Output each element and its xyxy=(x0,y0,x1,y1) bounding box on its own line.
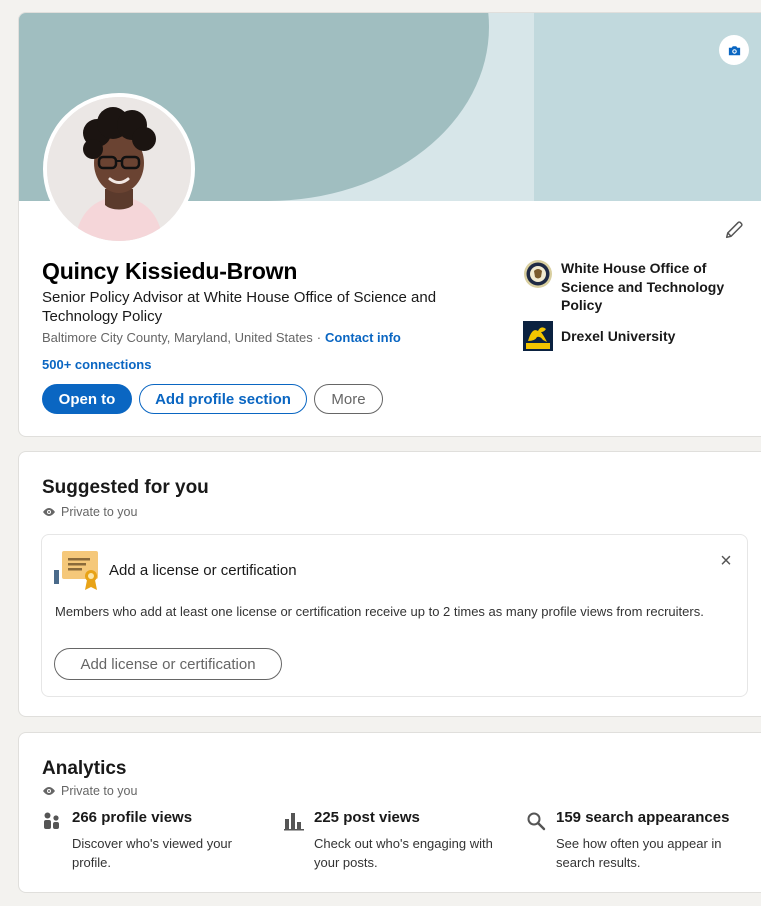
location-text: Baltimore City County, Maryland, United … xyxy=(42,330,313,345)
suggested-private-row: Private to you xyxy=(42,505,137,519)
avatar[interactable] xyxy=(43,93,195,245)
connections-link[interactable]: 500+ connections xyxy=(42,357,151,372)
pencil-icon[interactable] xyxy=(723,219,745,241)
close-icon[interactable]: × xyxy=(717,551,735,571)
stat-title[interactable]: 159 search appearances xyxy=(556,809,729,826)
white-house-seal-logo xyxy=(523,259,553,289)
private-label: Private to you xyxy=(61,505,138,519)
org-name-drexel: Drexel University xyxy=(561,328,676,344)
stat-title[interactable]: 225 post views xyxy=(314,809,420,826)
license-card-description: Members who add at least one license or … xyxy=(55,604,704,619)
analytics-private-row: Private to you xyxy=(42,784,137,798)
camera-icon[interactable] xyxy=(719,35,749,65)
separator-dot: · xyxy=(316,330,322,345)
org-item-drexel[interactable]: Drexel University xyxy=(523,321,731,351)
suggested-title: Suggested for you xyxy=(42,477,209,498)
open-to-button[interactable]: Open to xyxy=(42,384,132,414)
analytics-title: Analytics xyxy=(42,758,127,779)
analytics-card: Analytics Private to you 266 profile vie… xyxy=(18,732,761,893)
eye-icon xyxy=(43,787,55,795)
people-icon xyxy=(42,811,62,831)
license-suggestion: Add a license or certification × Members… xyxy=(41,534,748,697)
search-icon xyxy=(526,811,546,831)
profile-name: Quincy Kissiedu-Brown xyxy=(42,258,298,284)
bar-chart-icon xyxy=(284,811,304,831)
license-card-title: Add a license or certification xyxy=(109,562,297,579)
location-row: Baltimore City County, Maryland, United … xyxy=(42,330,401,345)
org-item-white-house[interactable]: White House Office of Science and Techno… xyxy=(523,259,731,315)
add-profile-section-button[interactable]: Add profile section xyxy=(139,384,307,414)
certificate-icon xyxy=(53,548,101,592)
eye-icon xyxy=(43,508,55,516)
private-label: Private to you xyxy=(61,784,138,798)
profile-card: Quincy Kissiedu-Brown Senior Policy Advi… xyxy=(18,12,761,437)
profile-headline: Senior Policy Advisor at White House Off… xyxy=(42,289,437,325)
add-license-button[interactable]: Add license or certification xyxy=(54,648,282,680)
more-button[interactable]: More xyxy=(314,384,383,414)
stat-title[interactable]: 266 profile views xyxy=(72,809,192,826)
contact-info-link[interactable]: Contact info xyxy=(325,330,401,345)
suggested-card: Suggested for you Private to you Add a l… xyxy=(18,451,761,717)
stat-description: Check out who's engaging with your posts… xyxy=(314,836,493,870)
org-name-white-house: White House Office of Science and Techno… xyxy=(561,260,725,313)
stat-description: Discover who's viewed your profile. xyxy=(72,836,232,870)
drexel-dragon-logo xyxy=(523,321,553,351)
stat-description: See how often you appear in search resul… xyxy=(556,836,722,870)
